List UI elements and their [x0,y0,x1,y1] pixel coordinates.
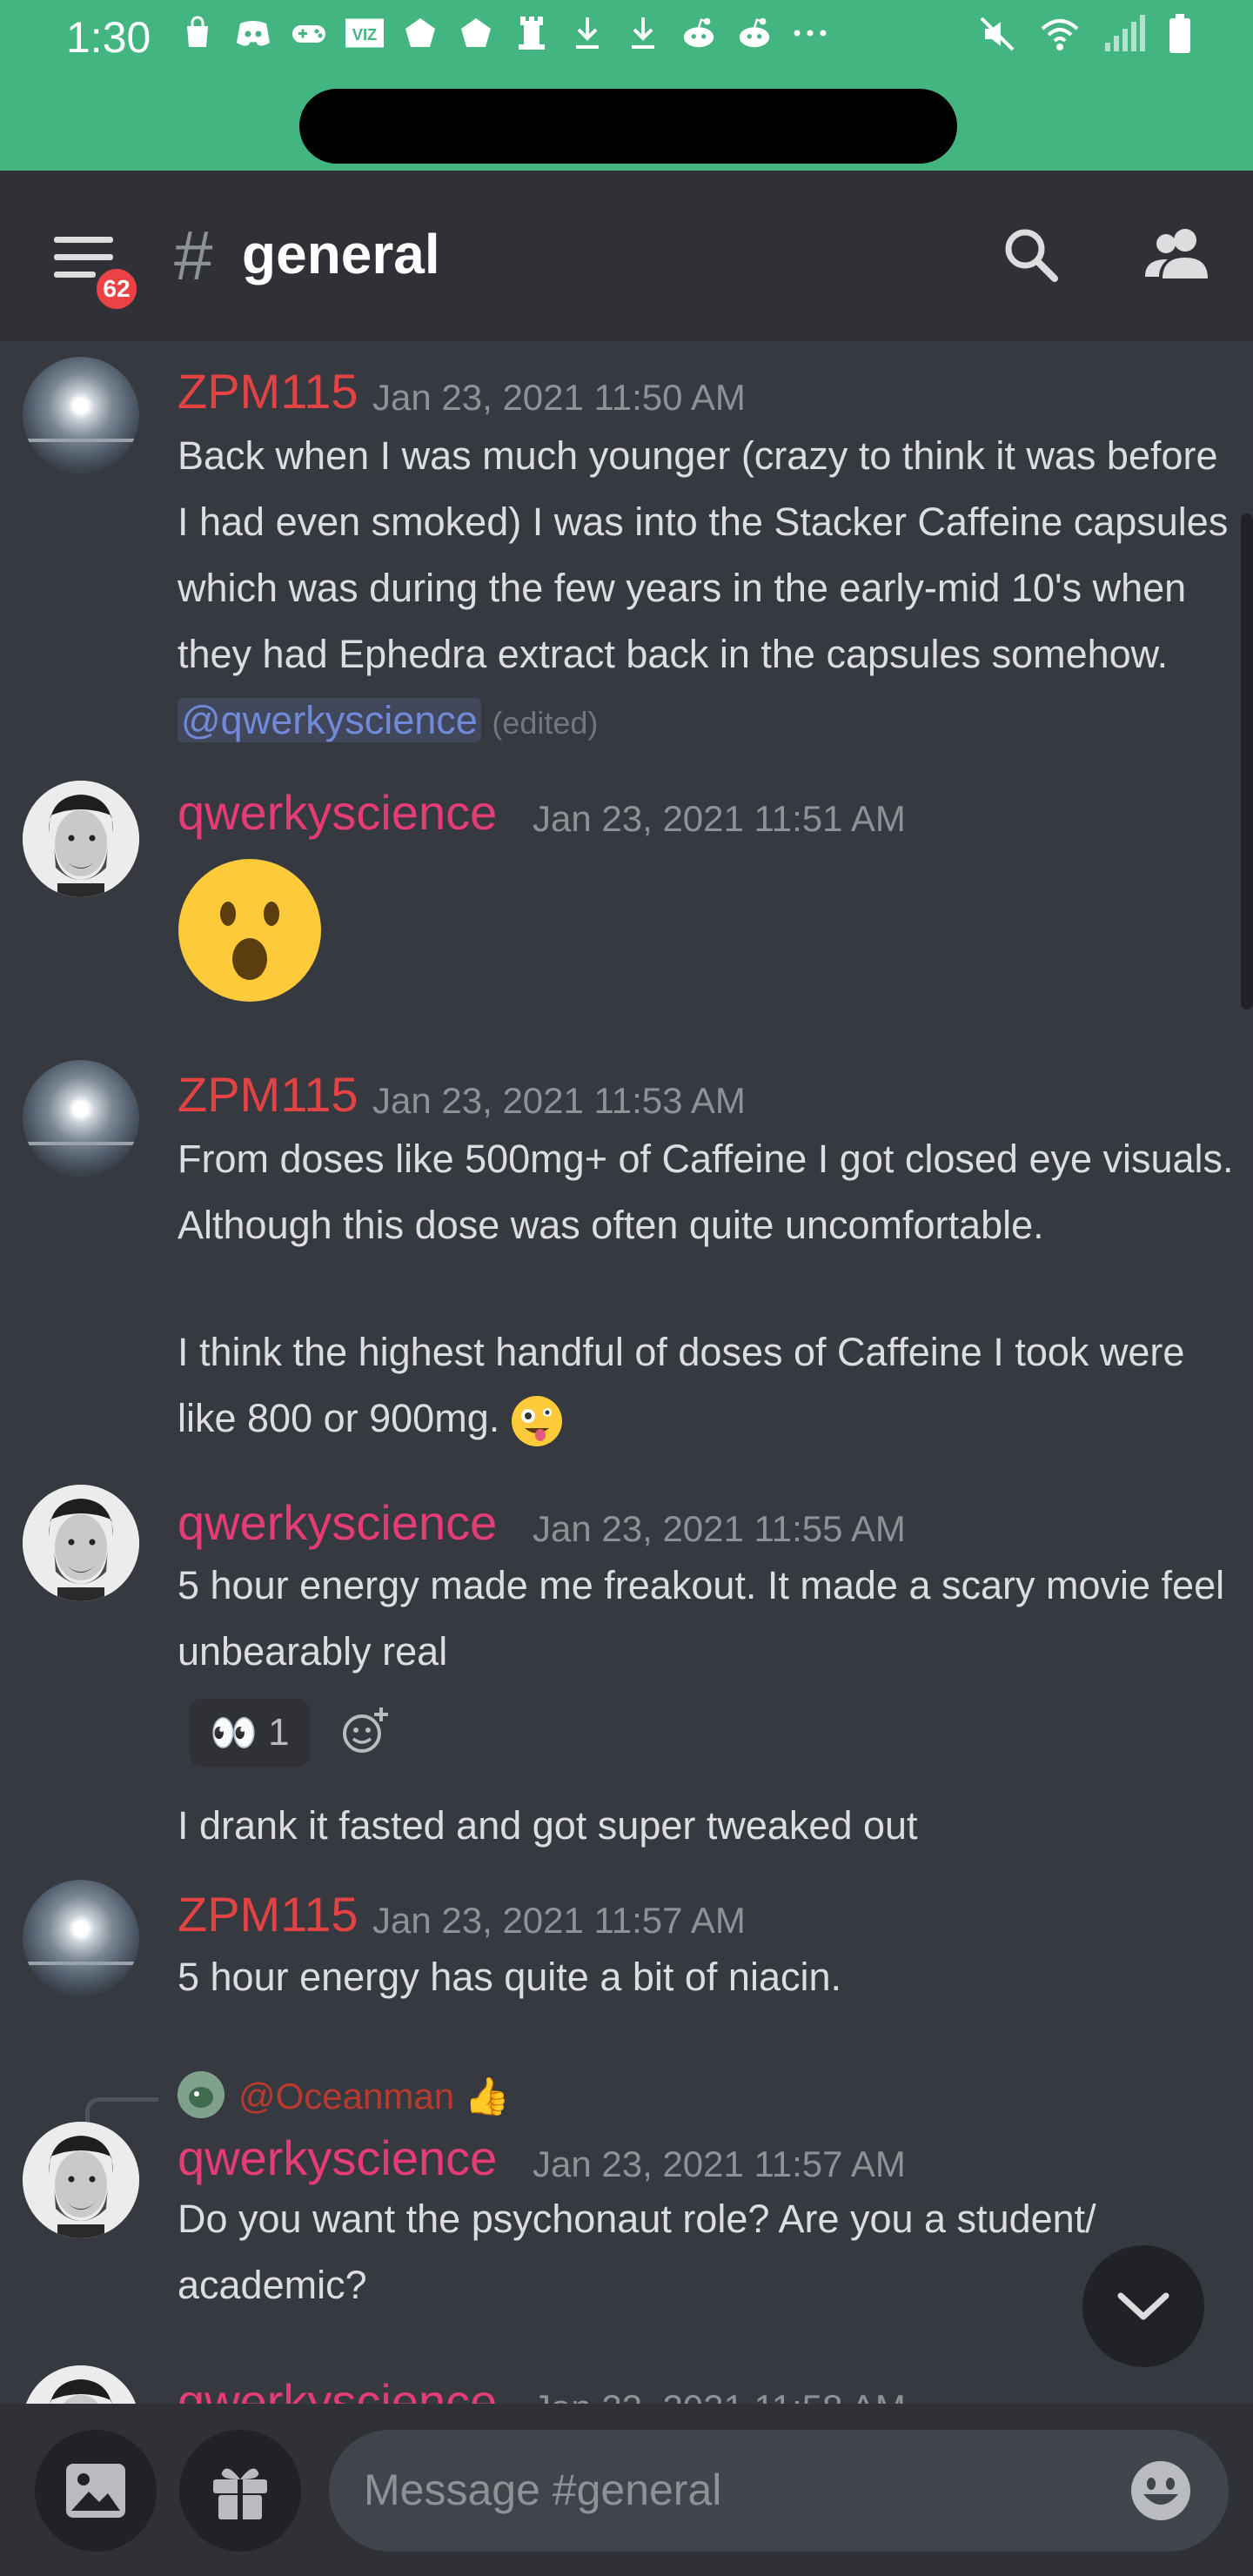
notification-icons: VIZ [178,14,829,52]
system-icons [978,14,1192,63]
user-mention[interactable]: @qwerkyscience [178,698,481,742]
face-icon [23,2122,139,2238]
message-author[interactable]: qwerkyscience [178,2134,497,2183]
avatar[interactable] [23,1060,139,1177]
message-text: I think the highest handful of doses of … [178,1330,1185,1440]
attach-image-button[interactable] [35,2430,157,2552]
redacted-region [299,89,957,164]
search-button[interactable] [1001,225,1062,285]
status-time: 1:30 [66,13,151,62]
members-icon [1145,229,1208,278]
pentagon-icon [457,14,495,52]
channel-name: general [242,223,440,285]
reply-avatar [178,2071,224,2118]
message-input[interactable]: Message #general [329,2430,1229,2552]
mute-icon [978,15,1016,62]
reply-connector [85,2097,158,2125]
face-icon [23,1485,139,1601]
message-author[interactable]: qwerkyscience [178,2378,497,2405]
reaction-count: 1 [268,1711,290,1754]
message-text: I drank it fasted and got super tweaked … [178,1803,918,1848]
reply-username[interactable]: @Oceanman 👍 [238,2078,510,2115]
thumbs-up-emoji: 👍 [464,2076,511,2116]
add-reaction-button[interactable] [339,1706,392,1758]
avatar[interactable] [23,2122,139,2238]
scrollbar[interactable] [1241,513,1253,1010]
zany-face-emoji [511,1395,563,1447]
image-icon [66,2464,125,2518]
add-reaction-icon [343,1707,388,1753]
message-timestamp: Jan 23, 2021 11:58 AM [533,2390,906,2405]
message-content: I think the highest handful of doses of … [178,1319,1239,1452]
message-timestamp: Jan 23, 2021 11:57 AM [533,2143,906,2184]
viz-app-icon: VIZ [345,14,384,52]
shopping-bag-icon [178,14,217,52]
avatar[interactable] [23,357,139,473]
more-icon [791,14,829,52]
unread-badge: 62 [92,265,141,313]
eyes-emoji: 👀 [210,1712,258,1754]
message-timestamp: Jan 23, 2021 11:51 AM [533,798,906,839]
gift-icon [213,2468,267,2519]
download-icon [568,14,606,52]
astonished-face-emoji [178,858,322,1003]
message-input-placeholder: Message #general [364,2465,722,2514]
message-timestamp: Jan 23, 2021 11:50 AM [372,377,746,418]
pentagon-icon [401,14,439,52]
message-text: Back when I was much younger (crazy to t… [178,433,1229,676]
reaction-pill[interactable]: 👀 1 [190,1699,310,1767]
edited-label: (edited) [492,705,599,741]
message-author[interactable]: qwerkyscience [178,1499,497,1547]
game-controller-icon [290,14,328,52]
message-author[interactable]: qwerkyscience [178,788,497,837]
message-text: Do you want the psychonaut role? Are you… [178,2197,1096,2307]
face-icon [23,2365,139,2404]
channel-hash-icon: # [174,217,213,294]
status-bar: 1:30 VIZ [0,0,1253,171]
reddit-icon [735,14,774,52]
avatar[interactable] [23,781,139,897]
avatar[interactable] [23,2365,139,2404]
message-list[interactable]: ZPM115 Jan 23, 2021 11:50 AM Back when I… [0,341,1253,2404]
wifi-icon [1039,15,1081,62]
chevron-down-icon [1117,2292,1169,2320]
message-author[interactable]: ZPM115 [178,1890,358,1939]
message-composer: Message #general [0,2404,1253,2576]
message-timestamp: Jan 23, 2021 11:57 AM [372,1900,746,1941]
download-icon [624,14,662,52]
message-text: 5 hour energy made me freakout. It made … [178,1563,1225,1674]
reddit-icon [680,14,718,52]
message-text: From doses like 500mg+ of Caffeine I got… [178,1137,1234,1247]
message-text: 5 hour energy has quite a bit of niacin. [178,1955,842,1999]
search-icon [1005,229,1058,282]
tower-icon [513,14,551,52]
message-timestamp: Jan 23, 2021 11:53 AM [372,1080,746,1121]
battery-icon [1168,14,1192,63]
signal-icon [1103,15,1145,62]
message-author[interactable]: ZPM115 [178,1070,358,1119]
smiley-icon [1131,2461,1190,2520]
message-timestamp: Jan 23, 2021 11:55 AM [533,1508,906,1549]
discord-icon [234,14,272,52]
members-button[interactable] [1142,225,1211,285]
avatar[interactable] [23,1485,139,1601]
channel-header: 62 # general [0,171,1253,341]
message-content: Back when I was much younger (crazy to t… [178,423,1239,756]
avatar[interactable] [23,1880,139,1996]
gift-button[interactable] [179,2430,301,2552]
emoji-picker-button[interactable] [1129,2459,1192,2522]
jump-to-present-button[interactable] [1082,2245,1204,2367]
face-icon [23,781,139,897]
svg-text:VIZ: VIZ [352,25,378,44]
message-author[interactable]: ZPM115 [178,367,358,416]
